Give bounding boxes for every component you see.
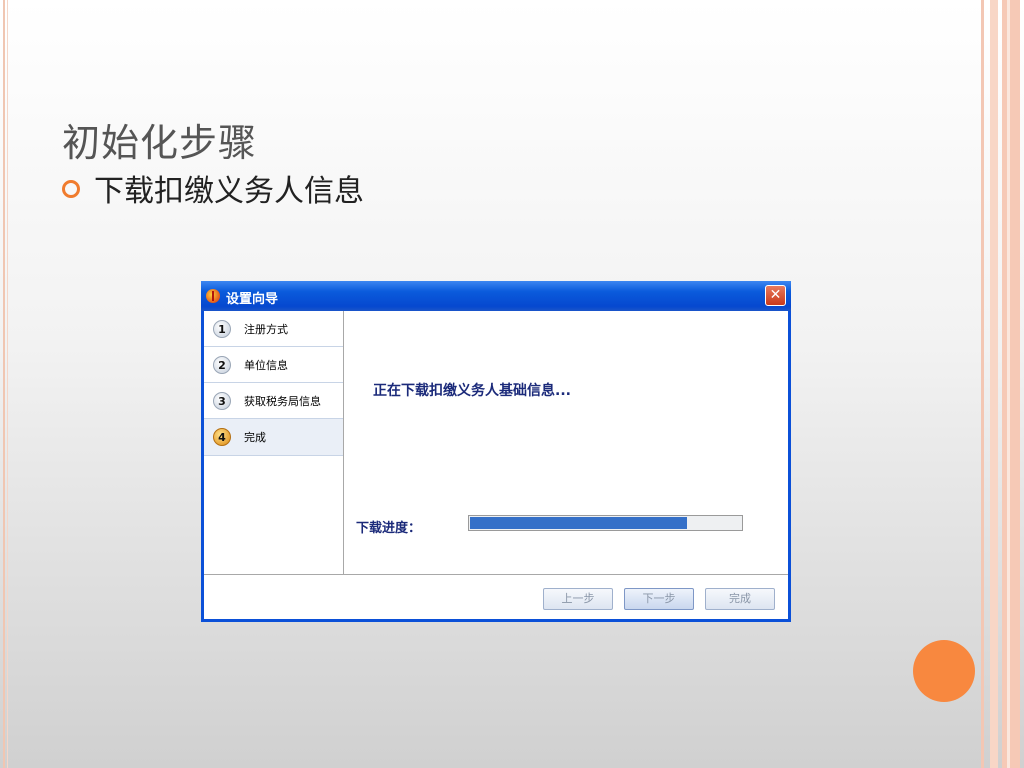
step-label: 完成 bbox=[244, 431, 266, 444]
finish-button[interactable]: 完成 bbox=[705, 588, 775, 610]
progress-label: 下载进度： bbox=[356, 521, 422, 536]
left-border-line-thin bbox=[7, 0, 8, 768]
wizard-steps-panel: 1 注册方式 2 单位信息 3 获取税务局信息 4 完成 bbox=[204, 311, 344, 574]
bullet-item: 下载扣缴义务人信息 bbox=[62, 166, 364, 210]
left-border-decoration bbox=[0, 0, 10, 768]
wizard-step-unit-info: 2 单位信息 bbox=[204, 347, 343, 383]
download-status-message: 正在下载扣缴义务人基础信息... bbox=[373, 383, 571, 399]
wizard-step-tax-bureau-info: 3 获取税务局信息 bbox=[204, 383, 343, 419]
progress-bar-fill bbox=[470, 517, 687, 529]
dialog-title: 设置向导 bbox=[226, 292, 279, 307]
wizard-step-register-method: 1 注册方式 bbox=[204, 311, 343, 347]
right-border-stripe bbox=[981, 0, 984, 768]
step-label: 注册方式 bbox=[244, 322, 288, 336]
right-border-stripe bbox=[1002, 0, 1020, 768]
close-button[interactable]: ✕ bbox=[765, 285, 786, 306]
bullet-circle-icon bbox=[62, 180, 80, 198]
step-number-badge: 2 bbox=[213, 355, 231, 374]
right-border-decoration bbox=[978, 0, 1024, 768]
download-progress-bar bbox=[468, 515, 743, 531]
step-number-badge: 3 bbox=[213, 391, 231, 410]
bullet-text: 下载扣缴义务人信息 bbox=[94, 174, 364, 209]
previous-step-button[interactable]: 上一步 bbox=[543, 588, 613, 610]
left-border-line bbox=[3, 0, 5, 768]
right-border-stripe bbox=[990, 0, 998, 768]
next-step-button[interactable]: 下一步 bbox=[624, 588, 694, 610]
dialog-client-area: 1 注册方式 2 单位信息 3 获取税务局信息 4 完成 正在下载扣缴义务人基础… bbox=[204, 311, 788, 619]
slide-title: 初始化步骤 bbox=[62, 121, 258, 165]
setup-wizard-dialog: 设置向导 ✕ 1 注册方式 2 单位信息 3 获取税务局信息 4 完成 正在下载… bbox=[201, 281, 791, 622]
step-label: 获取税务局信息 bbox=[244, 394, 321, 408]
app-logo-icon bbox=[206, 289, 220, 303]
right-border-stripe bbox=[1007, 0, 1010, 768]
step-number-badge: 1 bbox=[213, 319, 231, 338]
step-number-badge: 4 bbox=[213, 428, 231, 446]
dialog-footer: 上一步 下一步 完成 bbox=[204, 574, 788, 619]
wizard-step-finish: 4 完成 bbox=[204, 419, 343, 456]
step-label: 单位信息 bbox=[244, 358, 288, 372]
decorative-orange-circle bbox=[913, 640, 975, 702]
dialog-titlebar[interactable]: 设置向导 ✕ bbox=[201, 281, 791, 311]
